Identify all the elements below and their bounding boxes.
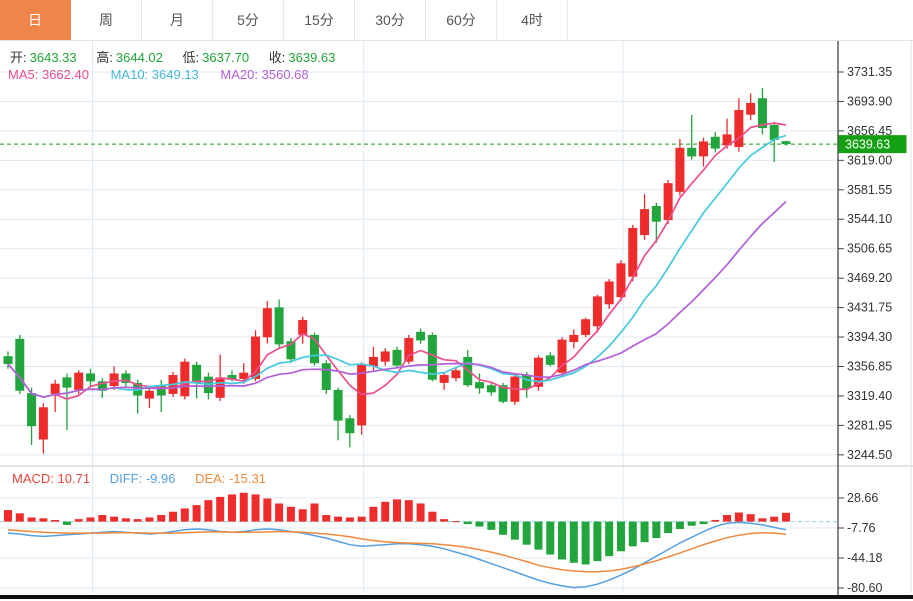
- svg-text:3581.55: 3581.55: [847, 183, 892, 197]
- low-label: 低:: [182, 50, 200, 65]
- ma5-label: MA5:: [8, 67, 39, 82]
- svg-text:3431.75: 3431.75: [847, 301, 892, 315]
- tab-day[interactable]: 日: [0, 0, 71, 40]
- svg-text:-80.60: -80.60: [847, 581, 882, 595]
- tab-60min[interactable]: 60分: [426, 0, 497, 40]
- chart-canvas[interactable]: 3731.353693.903656.453619.003581.553544.…: [0, 0, 913, 601]
- ohlc-readout: 开: 3643.33 高: 3644.02 低: 3637.70 收: 3639.63: [10, 47, 351, 66]
- svg-text:3244.50: 3244.50: [847, 448, 892, 462]
- macd-value: 10.71: [57, 471, 91, 486]
- ma5-value: 3662.40: [41, 67, 89, 82]
- svg-text:-7.76: -7.76: [847, 521, 876, 535]
- tab-15min[interactable]: 15分: [284, 0, 355, 40]
- svg-text:3469.20: 3469.20: [847, 271, 892, 285]
- open-value: 3643.33: [29, 50, 77, 65]
- svg-text:3693.90: 3693.90: [847, 94, 892, 108]
- svg-text:3619.00: 3619.00: [847, 153, 892, 167]
- close-label: 收:: [268, 50, 286, 65]
- svg-text:3731.35: 3731.35: [847, 65, 892, 79]
- tab-month[interactable]: 月: [142, 0, 213, 40]
- svg-text:28.66: 28.66: [847, 491, 878, 505]
- tab-4hour[interactable]: 4时: [497, 0, 568, 40]
- ma20-value: 3560.68: [261, 67, 309, 82]
- ma20-label: MA20:: [220, 67, 258, 82]
- svg-text:-44.18: -44.18: [847, 551, 882, 565]
- tab-week[interactable]: 周: [71, 0, 142, 40]
- svg-text:3639.63: 3639.63: [845, 138, 890, 152]
- open-label: 开:: [10, 50, 27, 65]
- diff-value: -9.96: [145, 471, 176, 486]
- trading-chart-app: 日 周 月 5分 15分 30分 60分 4时 3731.35 3693.90 36…: [0, 0, 913, 601]
- svg-text:3281.95: 3281.95: [847, 418, 892, 432]
- svg-text:3356.85: 3356.85: [847, 359, 892, 373]
- dea-value: -15.31: [229, 471, 266, 486]
- macd-readout: MACD: 10.71 DIFF: -9.96 DEA: -15.31: [12, 471, 282, 486]
- dea-label: DEA:: [195, 471, 226, 486]
- ma10-label: MA10:: [110, 67, 149, 82]
- interval-tab-bar: 日 周 月 5分 15分 30分 60分 4时: [0, 0, 913, 41]
- svg-text:3506.65: 3506.65: [847, 242, 892, 256]
- svg-text:3544.10: 3544.10: [847, 212, 892, 226]
- svg-text:3394.30: 3394.30: [847, 330, 892, 344]
- high-label: 高:: [96, 50, 113, 65]
- svg-text:3319.40: 3319.40: [847, 389, 892, 403]
- close-value: 3639.63: [288, 50, 336, 65]
- tab-30min[interactable]: 30分: [355, 0, 426, 40]
- tab-5min[interactable]: 5分: [213, 0, 284, 40]
- diff-label: DIFF:: [109, 471, 143, 486]
- high-value: 3644.02: [115, 50, 163, 65]
- low-value: 3637.70: [202, 50, 250, 65]
- macd-label: MACD:: [12, 471, 54, 486]
- ma10-value: 3649.13: [151, 67, 199, 82]
- ma-readout: MA5: 3662.40 MA10: 3649.13 MA20: 3560.68: [8, 67, 327, 82]
